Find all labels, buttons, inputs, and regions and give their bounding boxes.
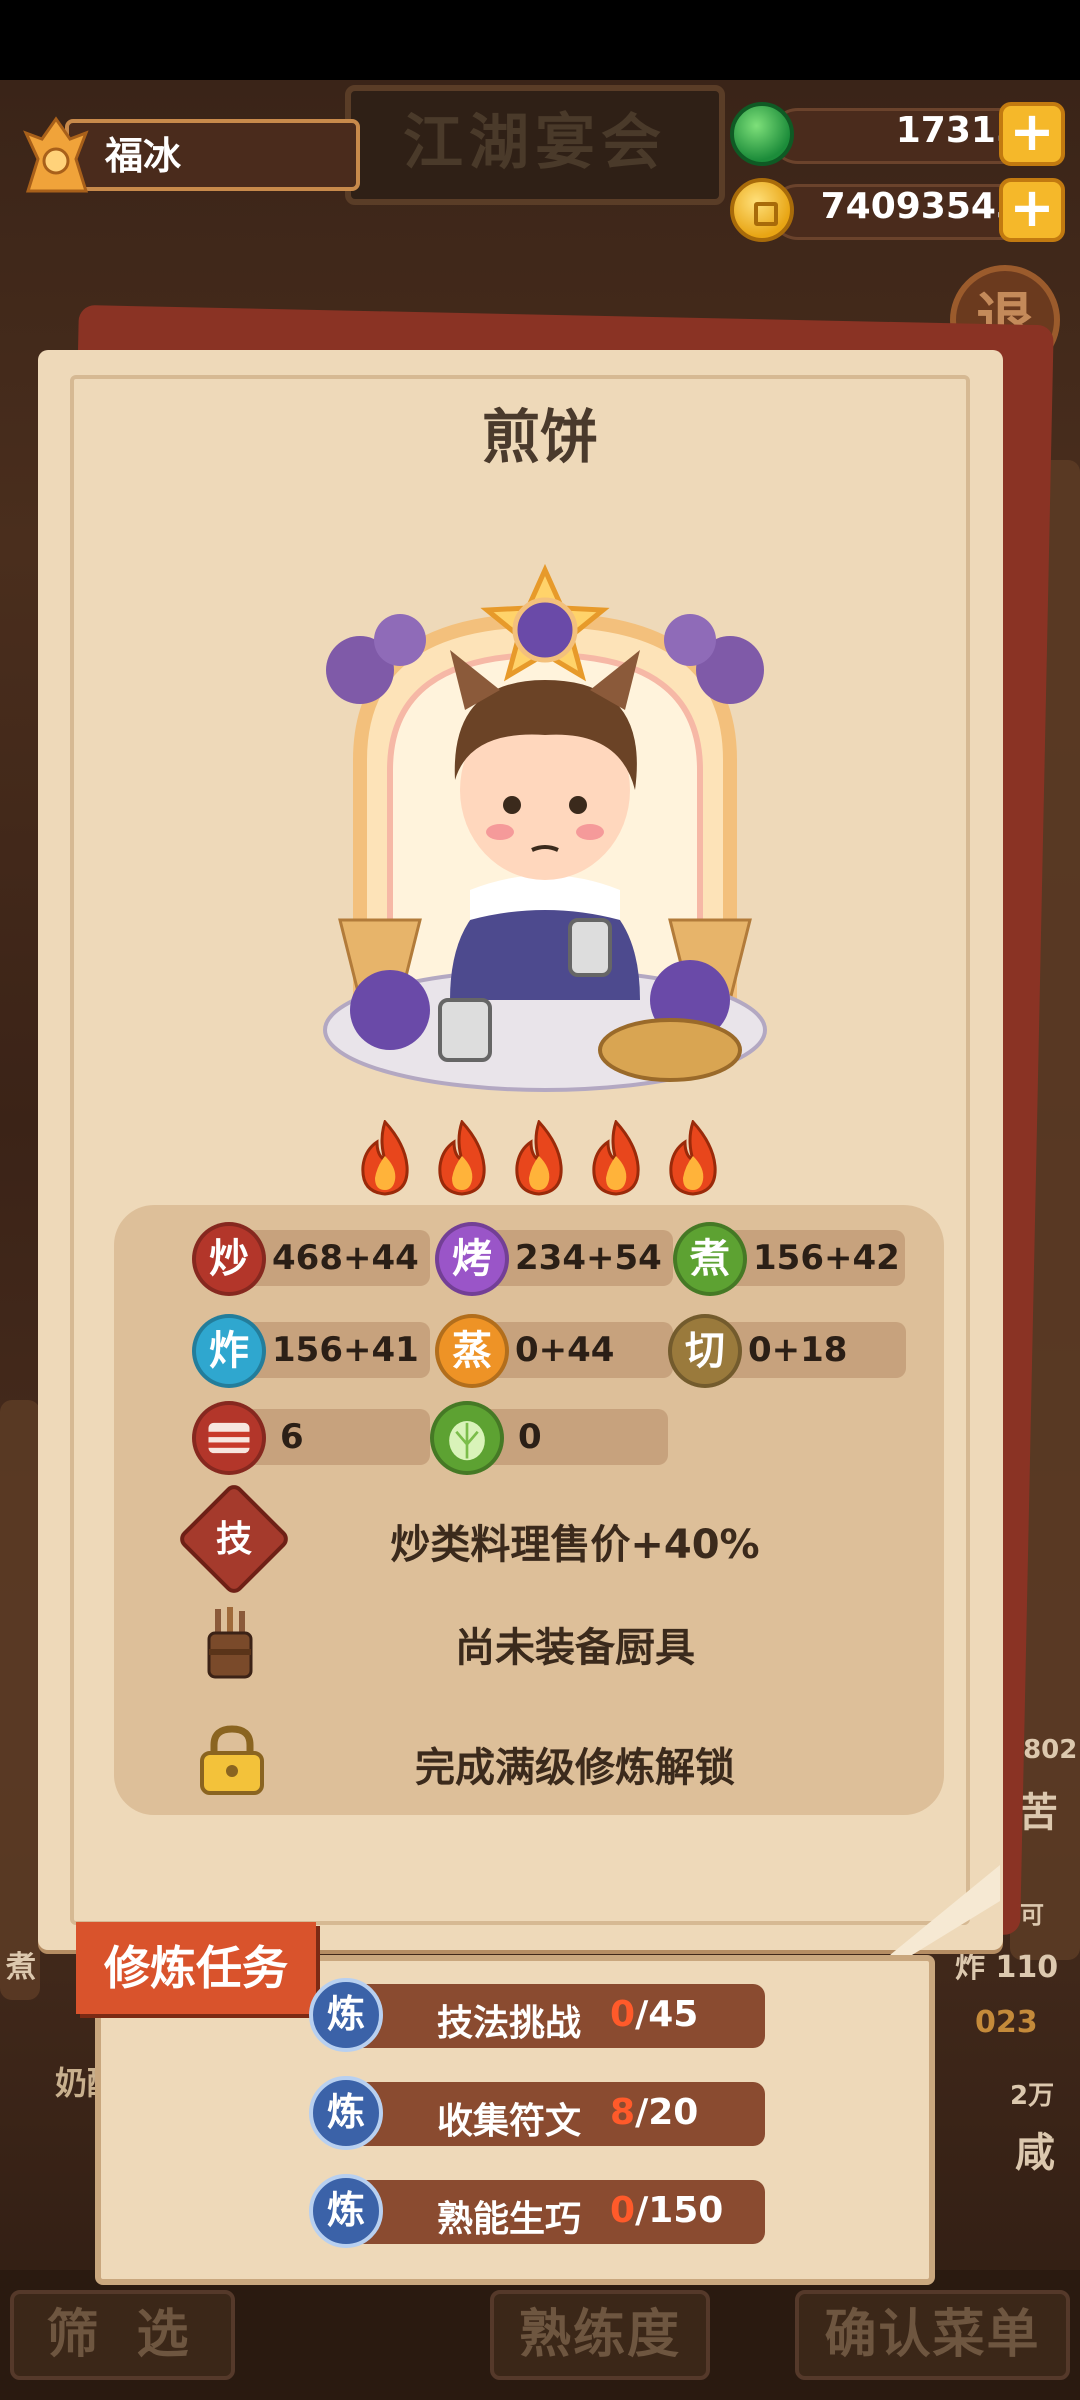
coin-icon <box>730 178 794 242</box>
ingredient-value: 0 <box>518 1417 542 1457</box>
bg-label-boil: 煮 <box>6 1950 36 1985</box>
refine-icon: 炼 <box>309 1978 383 2052</box>
task-collect-runes[interactable]: 炼 收集符文 8/20 <box>309 2076 765 2150</box>
skill-description: 炒类料理售价+40% <box>390 1522 760 1568</box>
stat-boil: 煮 156+42 <box>673 1222 911 1296</box>
cabbage-icon <box>430 1401 504 1475</box>
deep-fry-icon: 炸 <box>192 1314 266 1388</box>
stat-value: 468+44 <box>272 1238 419 1278</box>
stat-cut: 切 0+18 <box>668 1314 906 1388</box>
bg-label-price: 023 <box>975 2005 1038 2040</box>
boil-icon: 煮 <box>673 1222 747 1296</box>
task-name: 技法挑战 <box>437 2003 582 2044</box>
proficiency-button[interactable]: 熟练度 <box>490 2290 710 2380</box>
task-name: 熟能生巧 <box>437 2199 582 2240</box>
task-technique-challenge[interactable]: 炼 技法挑战 0/45 <box>309 1978 765 2052</box>
stat-value: 156+42 <box>753 1238 900 1278</box>
confirm-menu-button[interactable]: 确认菜单 <box>795 2290 1070 2380</box>
stat-value: 156+41 <box>272 1330 419 1370</box>
stir-fry-icon: 炒 <box>192 1222 266 1296</box>
equipment-status: 尚未装备厨具 <box>455 1625 695 1671</box>
player-avatar-icon <box>23 116 89 193</box>
task-progress: 0/45 <box>610 1994 699 2035</box>
jade-icon <box>730 102 794 166</box>
task-name: 收集符文 <box>437 2101 582 2142</box>
bg-label-salty: 咸 <box>1015 2130 1055 2176</box>
refine-icon: 炼 <box>309 2174 383 2248</box>
filter-button[interactable]: 筛 选 <box>10 2290 235 2380</box>
task-progress: 0/150 <box>610 2190 724 2231</box>
steam-icon: 蒸 <box>435 1314 509 1388</box>
chef-portrait-image <box>323 563 767 1092</box>
flame-icon <box>515 1120 563 1196</box>
flame-icon <box>361 1120 409 1196</box>
refine-icon: 炼 <box>309 2076 383 2150</box>
jade-counter: 17315 + <box>730 102 1065 166</box>
event-banner: 江湖宴会 <box>345 85 725 205</box>
ingredient-value: 6 <box>280 1417 304 1457</box>
stat-steam: 蒸 0+44 <box>435 1314 673 1388</box>
task-progress: 8/20 <box>610 2092 699 2133</box>
cut-icon: 切 <box>668 1314 742 1388</box>
star-rating <box>0 1120 1080 1200</box>
coin-counter: 74093543 + <box>730 178 1065 242</box>
left-shelf <box>0 1400 40 2000</box>
stat-roast: 烤 234+54 <box>435 1222 673 1296</box>
ingredient-veg: 0 <box>430 1401 668 1475</box>
player-name: 福冰 <box>105 134 182 178</box>
event-banner-text: 江湖宴会 <box>403 108 667 178</box>
task-practice[interactable]: 炼 熟能生巧 0/150 <box>309 2174 765 2248</box>
stat-value: 0+44 <box>515 1330 615 1370</box>
bg-label-ok: 可 <box>1020 1901 1044 1929</box>
ingredient-meat: 6 <box>192 1401 430 1475</box>
stat-value: 0+18 <box>748 1330 848 1370</box>
flame-icon <box>438 1120 486 1196</box>
flame-icon <box>592 1120 640 1196</box>
chef-name-title: 煎饼 <box>481 403 598 471</box>
roast-icon: 烤 <box>435 1222 509 1296</box>
stat-value: 234+54 <box>515 1238 662 1278</box>
add-coin-button[interactable]: + <box>999 178 1065 242</box>
add-jade-button[interactable]: + <box>999 102 1065 166</box>
tasks-tag: 修炼任务 <box>76 1922 316 2014</box>
stat-deep-fry: 炸 156+41 <box>192 1314 430 1388</box>
bg-label-price2: 2万 <box>1010 2081 1055 2111</box>
unlock-hint: 完成满级修炼解锁 <box>415 1745 735 1791</box>
coin-amount: 74093543 <box>820 186 1021 227</box>
flame-icon <box>669 1120 717 1196</box>
stat-stir-fry: 炒 468+44 <box>192 1222 430 1296</box>
player-name-plate[interactable]: 福冰 <box>20 115 360 195</box>
bacon-icon <box>192 1401 266 1475</box>
